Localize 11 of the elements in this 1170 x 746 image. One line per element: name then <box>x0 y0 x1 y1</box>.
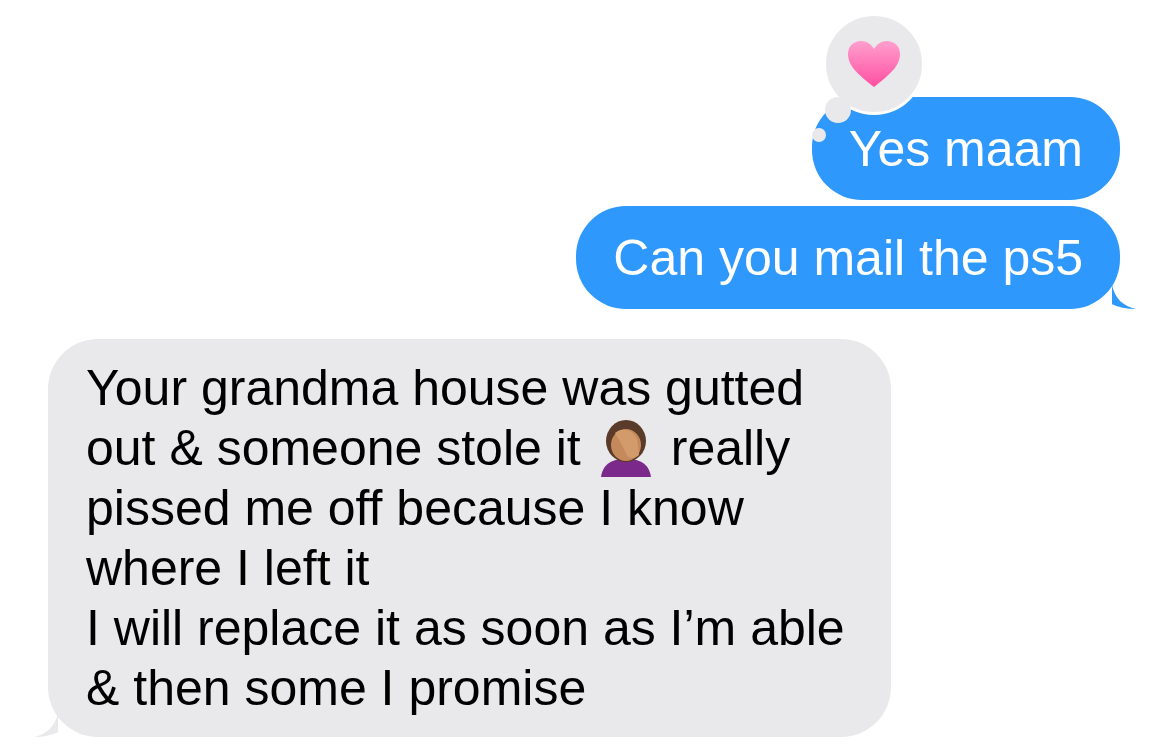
message-text: where I left it <box>86 539 370 598</box>
message-text: & then some I promise <box>86 659 587 718</box>
message-text: Can you mail the ps5 <box>613 229 1083 288</box>
message-text: Yes maam <box>848 120 1083 179</box>
heart-icon <box>846 39 902 89</box>
message-text: Your grandma house was gutted <box>86 359 805 418</box>
tapback-dot <box>812 128 826 142</box>
message-text: out & someone stole it <box>86 419 581 478</box>
message-text: I will replace it as soon as I’m able <box>86 599 845 658</box>
message-text: pissed me off because I know <box>86 479 744 538</box>
message-text: really <box>670 419 791 478</box>
